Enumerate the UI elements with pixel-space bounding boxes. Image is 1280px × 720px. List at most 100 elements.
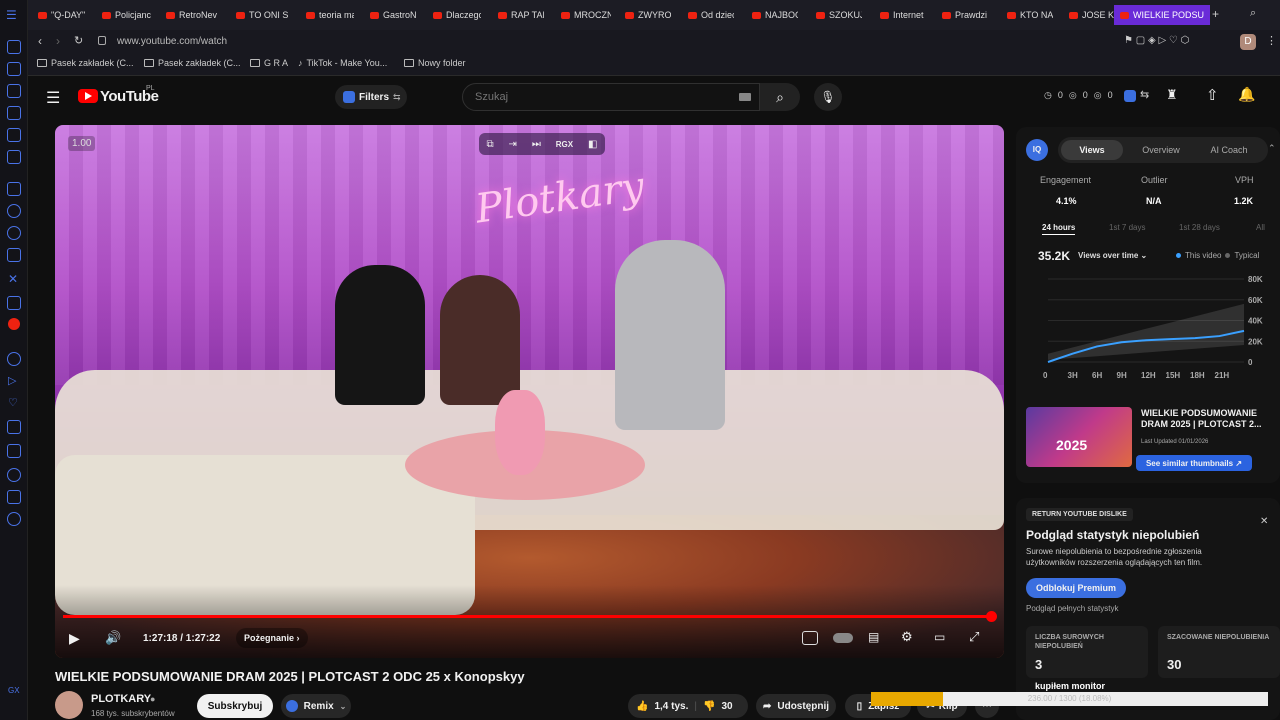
browser-tab[interactable]: Dlaczego bbox=[433, 7, 481, 23]
bookmark-folder[interactable]: Pasek zakładek (C... bbox=[37, 58, 134, 68]
back-icon[interactable]: ‹ bbox=[38, 34, 42, 48]
browser-tab[interactable]: NAJBOG bbox=[752, 7, 798, 23]
profile-avatar[interactable]: D bbox=[1240, 34, 1256, 50]
addr-action-icons[interactable]: ⚑ ▢ ◈ ▷ ♡ ⬡ bbox=[1124, 35, 1189, 46]
sidebar-icon-9[interactable] bbox=[7, 444, 21, 458]
browser-tab[interactable]: SZOKUJ bbox=[816, 7, 862, 23]
bookmark-folder[interactable]: Nowy folder bbox=[404, 58, 466, 68]
url-text[interactable]: www.youtube.com/watch bbox=[117, 36, 227, 47]
sidebar-icon-7[interactable] bbox=[7, 352, 21, 366]
skip-icon[interactable]: ⏭ bbox=[532, 139, 541, 150]
channel-avatar[interactable] bbox=[55, 691, 83, 719]
browser-tab[interactable]: JOSE K bbox=[1069, 7, 1115, 23]
discord-icon[interactable] bbox=[7, 296, 21, 310]
browser-tab[interactable]: MROCZN bbox=[561, 7, 611, 23]
browser-tab-active[interactable]: WIELKIE PODSU bbox=[1114, 5, 1210, 25]
x-icon[interactable]: ✕ bbox=[8, 272, 18, 286]
telegram-icon[interactable] bbox=[7, 226, 21, 240]
browser-tab[interactable]: Policjanc bbox=[102, 7, 152, 23]
speed-indicator[interactable]: 1.00 bbox=[68, 136, 96, 151]
share-button[interactable]: ➦ Udostępnij bbox=[756, 694, 836, 718]
pip-icon[interactable]: ◧ bbox=[588, 139, 597, 150]
browser-tab[interactable]: "Q-DAY" bbox=[38, 7, 88, 23]
unlock-premium-button[interactable]: Odblokuj Premium bbox=[1026, 578, 1126, 598]
search-button[interactable]: ⌕ bbox=[760, 83, 800, 111]
forward-icon[interactable]: › bbox=[56, 34, 60, 48]
browser-tab[interactable]: Internet bbox=[880, 7, 926, 23]
youtube-logo-icon[interactable] bbox=[78, 89, 98, 103]
sidebar-icon-6[interactable] bbox=[7, 150, 21, 164]
play-button[interactable]: ▶ bbox=[69, 630, 80, 647]
rgx-button[interactable]: RGX bbox=[556, 140, 573, 149]
keyboard-icon[interactable] bbox=[739, 93, 751, 101]
heart-icon[interactable]: ♡ bbox=[8, 396, 18, 409]
sidebar-icon-2[interactable] bbox=[7, 62, 21, 76]
play-icon[interactable]: ▷ bbox=[8, 374, 16, 387]
trophy-icon[interactable]: ♜ bbox=[1166, 87, 1178, 103]
volume-icon[interactable]: 🔊 bbox=[105, 630, 121, 646]
browser-tab[interactable]: RAP TAL bbox=[498, 7, 544, 23]
copy-icon[interactable]: ⧉ bbox=[486, 139, 493, 150]
sidebar-icon-8[interactable] bbox=[7, 420, 21, 434]
vidiq-player-icon[interactable] bbox=[802, 631, 818, 645]
new-tab-icon[interactable]: + bbox=[1212, 7, 1219, 21]
collapse-icon[interactable]: ⌃ bbox=[1268, 143, 1276, 154]
browser-tab[interactable]: TO ONI S bbox=[236, 7, 290, 23]
preview-stats-link[interactable]: Podgląd pełnych statystyk bbox=[1026, 604, 1119, 613]
messenger-icon[interactable] bbox=[7, 204, 21, 218]
channel-name[interactable]: PLOTKARY bbox=[91, 693, 151, 705]
export-icon[interactable]: ⇥ bbox=[509, 139, 517, 150]
browser-tab[interactable]: Prawdzi bbox=[942, 7, 990, 23]
twitch-icon[interactable] bbox=[7, 182, 21, 196]
range-all[interactable]: All bbox=[1256, 223, 1265, 232]
sidebar-icon-1[interactable] bbox=[7, 40, 21, 54]
voice-search-button[interactable]: 🎙 bbox=[814, 83, 842, 111]
tab-overview[interactable]: Overview bbox=[1130, 140, 1192, 160]
bookmark-tiktok[interactable]: ♪ TikTok - Make You... bbox=[298, 58, 387, 68]
browser-tab[interactable]: KTO NAF bbox=[1007, 7, 1053, 23]
sidebar-icon-10[interactable] bbox=[7, 490, 21, 504]
range-28d[interactable]: 1st 28 days bbox=[1179, 223, 1220, 232]
bell-icon[interactable]: 🔔 bbox=[1238, 86, 1255, 103]
bookmark-folder[interactable]: G R A bbox=[250, 58, 288, 68]
settings-gear-icon[interactable]: ⚙ bbox=[901, 629, 913, 645]
settings-icon[interactable] bbox=[7, 512, 21, 526]
instagram-icon[interactable] bbox=[7, 248, 21, 262]
upload-icon[interactable]: ⇧ bbox=[1206, 86, 1219, 104]
hamburger-icon[interactable]: ☰ bbox=[46, 88, 60, 108]
thumbs-up-icon[interactable]: 👍 bbox=[636, 701, 648, 712]
close-icon[interactable]: ✕ bbox=[1260, 516, 1268, 527]
sidebar-icon-gx[interactable]: GX bbox=[8, 686, 20, 695]
range-24h[interactable]: 24 hours bbox=[1042, 223, 1076, 235]
subscribe-button[interactable]: Subskrybuj bbox=[197, 694, 273, 718]
bookmark-folder[interactable]: Pasek zakładek (C... bbox=[144, 58, 241, 68]
sidebar-icon-5[interactable] bbox=[7, 128, 21, 142]
theater-icon[interactable]: ▭ bbox=[934, 630, 945, 644]
similar-thumbnails-button[interactable]: See similar thumbnails ↗ bbox=[1136, 455, 1252, 471]
browser-tab[interactable]: Od dziec bbox=[688, 7, 734, 23]
sidebar-icon-4[interactable] bbox=[7, 106, 21, 120]
browser-tab[interactable]: RetroNev bbox=[166, 7, 218, 23]
sidebar-icon-3[interactable] bbox=[7, 84, 21, 98]
views-mode-select[interactable]: Views over time ⌄ bbox=[1078, 251, 1147, 260]
subtitles-icon[interactable]: ▤ bbox=[868, 630, 879, 644]
tab-search-icon[interactable]: ⌕ bbox=[1250, 7, 1256, 20]
browser-tab[interactable]: teoria ma bbox=[306, 7, 354, 23]
menu-dots-icon[interactable]: ⋮ bbox=[1266, 34, 1277, 47]
sliders-icon[interactable]: ⇆ bbox=[1140, 88, 1149, 101]
youtube-music-icon[interactable] bbox=[8, 318, 20, 330]
reload-icon[interactable]: ↻ bbox=[74, 34, 83, 47]
thumbs-down-icon[interactable]: 👎 bbox=[703, 701, 715, 712]
remix-button[interactable]: Remix ⌄ bbox=[281, 694, 351, 718]
vidiq-icon[interactable] bbox=[1124, 90, 1136, 102]
video-player[interactable]: Plotkary 1.00 ⧉ ⇥ ⏭ RGX ◧ ▶ 🔊 1:27:18 / 1:27… bbox=[55, 125, 1004, 658]
filters-button[interactable]: Filters ⇆ bbox=[335, 85, 407, 109]
search-input[interactable] bbox=[475, 89, 715, 105]
history-icon[interactable] bbox=[7, 468, 21, 482]
range-7d[interactable]: 1st 7 days bbox=[1109, 223, 1145, 232]
chapter-button[interactable]: Pożegnanie › bbox=[236, 628, 308, 648]
progress-track[interactable] bbox=[63, 615, 996, 618]
autoplay-toggle[interactable] bbox=[833, 633, 853, 643]
thumbnail-preview[interactable]: 2025 bbox=[1026, 407, 1132, 467]
browser-tab[interactable]: ZWYROD bbox=[625, 7, 671, 23]
